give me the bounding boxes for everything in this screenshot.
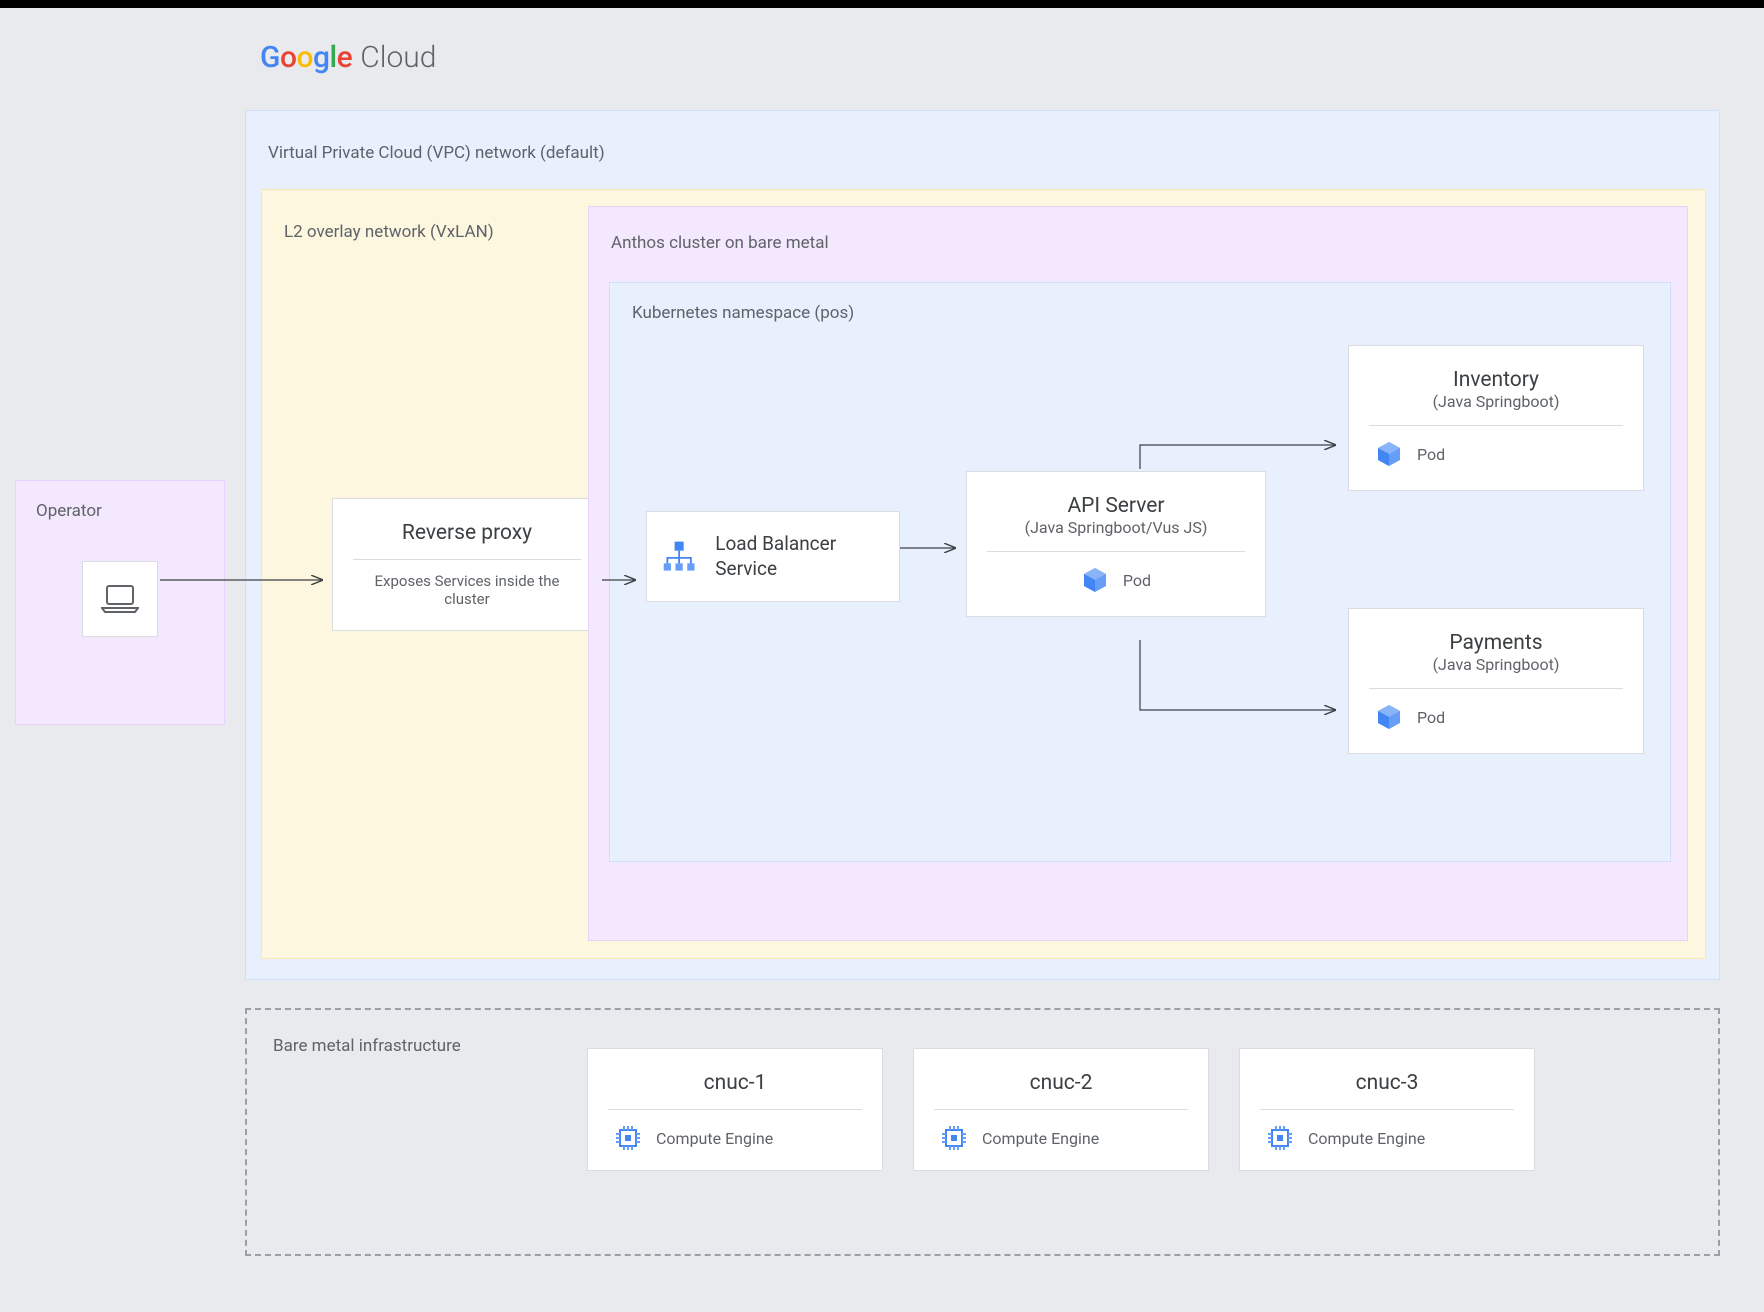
payments-pod-label: Pod	[1417, 708, 1445, 727]
infra-node-card: cnuc-2 Compute Engine	[913, 1048, 1209, 1171]
infra-node-card: cnuc-1 Compute Engine	[587, 1048, 883, 1171]
infra-node-name: cnuc-3	[1260, 1071, 1514, 1110]
compute-engine-icon	[1266, 1124, 1294, 1152]
payments-title: Payments	[1369, 631, 1623, 655]
infra-node-service: Compute Engine	[1308, 1129, 1425, 1148]
infra-node-service: Compute Engine	[982, 1129, 1099, 1148]
payments-subtitle: (Java Springboot)	[1369, 655, 1623, 689]
top-bar	[0, 0, 1764, 8]
reverse-proxy-card: Reverse proxy Exposes Services inside th…	[332, 498, 602, 631]
payments-card: Payments (Java Springboot) Pod	[1348, 608, 1644, 754]
logo-letter-g: G	[260, 40, 280, 75]
operator-laptop-card	[82, 561, 158, 637]
inventory-subtitle: (Java Springboot)	[1369, 392, 1623, 426]
l2-overlay-label: L2 overlay network (VxLAN)	[284, 222, 494, 242]
pod-icon	[1375, 440, 1403, 468]
compute-engine-icon	[940, 1124, 968, 1152]
k8s-namespace-label: Kubernetes namespace (pos)	[632, 303, 854, 323]
bare-metal-infra-container: Bare metal infrastructure cnuc-1 Compute…	[245, 1008, 1720, 1256]
google-cloud-logo: Google Cloud	[260, 40, 436, 75]
inventory-card: Inventory (Java Springboot) Pod	[1348, 345, 1644, 491]
infra-node-service: Compute Engine	[656, 1129, 773, 1148]
logo-letter-e: e	[337, 40, 353, 75]
inventory-title: Inventory	[1369, 368, 1623, 392]
load-balancer-icon	[661, 537, 697, 577]
api-server-card: API Server (Java Springboot/Vus JS) Pod	[966, 471, 1266, 617]
logo-letter-o2: o	[296, 40, 313, 75]
reverse-proxy-desc: Exposes Services inside the cluster	[353, 572, 581, 608]
pod-icon	[1081, 566, 1109, 594]
cloud-wordmark: Cloud	[360, 40, 436, 75]
pod-icon	[1375, 703, 1403, 731]
vpc-label: Virtual Private Cloud (VPC) network (def…	[268, 143, 605, 163]
infra-node-card: cnuc-3 Compute Engine	[1239, 1048, 1535, 1171]
anthos-cluster-container: Anthos cluster on bare metal Kubernetes …	[588, 206, 1688, 941]
anthos-cluster-label: Anthos cluster on bare metal	[611, 233, 829, 253]
l2-overlay-container: L2 overlay network (VxLAN) Reverse proxy…	[261, 189, 1706, 959]
reverse-proxy-title: Reverse proxy	[353, 521, 581, 560]
api-server-subtitle: (Java Springboot/Vus JS)	[987, 518, 1245, 552]
logo-letter-o1: o	[280, 40, 297, 75]
google-wordmark: Google	[260, 40, 352, 75]
infra-node-name: cnuc-2	[934, 1071, 1188, 1110]
k8s-namespace-container: Kubernetes namespace (pos) Load Balancer…	[609, 282, 1671, 862]
load-balancer-card: Load Balancer Service	[646, 511, 900, 602]
api-server-pod-label: Pod	[1123, 571, 1151, 590]
logo-letter-l: l	[330, 40, 337, 75]
api-server-title: API Server	[987, 494, 1245, 518]
operator-label: Operator	[36, 501, 204, 521]
compute-engine-icon	[614, 1124, 642, 1152]
laptop-icon	[101, 584, 139, 614]
logo-letter-g2: g	[313, 40, 330, 75]
vpc-container: Virtual Private Cloud (VPC) network (def…	[245, 110, 1720, 980]
infra-cards-row: cnuc-1 Compute Engine cnuc-2 Compute Eng…	[587, 1048, 1535, 1171]
inventory-pod-label: Pod	[1417, 445, 1445, 464]
operator-container: Operator	[15, 480, 225, 725]
load-balancer-title: Load Balancer Service	[715, 532, 885, 581]
infra-node-name: cnuc-1	[608, 1071, 862, 1110]
